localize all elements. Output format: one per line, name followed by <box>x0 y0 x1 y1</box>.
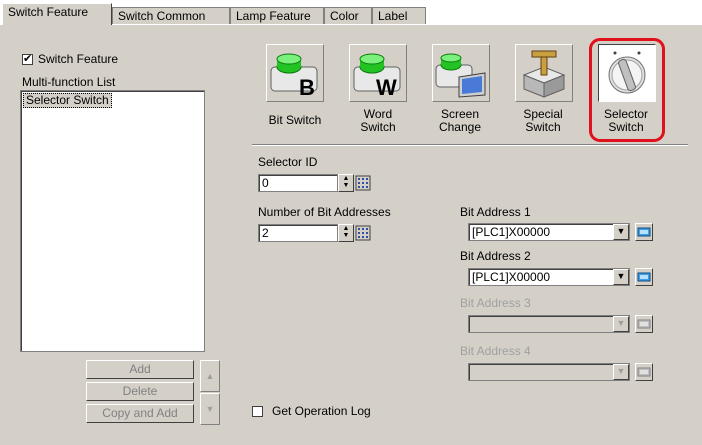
num-bit-keypad-button[interactable] <box>355 224 371 242</box>
chevron-down-icon: ▼ <box>613 364 629 380</box>
bit-address-4-label: Bit Address 4 <box>460 344 531 358</box>
triangle-up-icon: ▲ <box>205 371 215 381</box>
bit-address-2-label: Bit Address 2 <box>460 249 531 263</box>
get-operation-log-checkbox[interactable] <box>252 406 263 417</box>
word-switch-button[interactable]: W <box>349 44 407 102</box>
triangle-down-icon: ▼ <box>205 404 215 414</box>
bit-address-1-label: Bit Address 1 <box>460 205 531 219</box>
multi-function-list-label: Multi-function List <box>22 75 116 89</box>
selector-id-label: Selector ID <box>258 155 318 169</box>
keypad-icon <box>355 225 371 241</box>
bit-address-3-label: Bit Address 3 <box>460 296 531 310</box>
num-bit-addresses-input[interactable]: 2 <box>258 224 338 242</box>
move-up-button[interactable]: ▲ <box>200 360 220 392</box>
address-input-icon <box>637 272 651 282</box>
multi-function-list[interactable]: Selector Switch <box>20 90 205 352</box>
bit-switch-button[interactable]: B <box>266 44 324 102</box>
address-input-icon <box>637 319 651 329</box>
get-operation-log-label: Get Operation Log <box>272 404 371 418</box>
num-bit-addresses-spinner[interactable]: ▲ ▼ <box>338 224 354 242</box>
special-switch-label: Special Switch <box>523 107 563 134</box>
bit-address-3-input-button <box>635 315 653 333</box>
selector-id-spinner[interactable]: ▲ ▼ <box>338 174 354 192</box>
chevron-down-icon[interactable]: ▼ <box>613 224 629 240</box>
selector-id-keypad-button[interactable] <box>355 174 371 192</box>
bit-address-1-input-button[interactable] <box>635 223 653 241</box>
tab-lamp-feature[interactable]: Lamp Feature <box>230 7 324 24</box>
list-item[interactable]: Selector Switch <box>23 93 112 108</box>
screen-change-icon <box>435 53 486 98</box>
special-switch-button[interactable] <box>515 44 573 102</box>
chevron-down-icon[interactable]: ▼ <box>613 269 629 285</box>
address-input-icon <box>637 367 651 377</box>
spin-arrows-icon: ▲ ▼ <box>342 225 350 239</box>
selector-id-input[interactable]: 0 <box>258 174 338 192</box>
chevron-down-icon: ▼ <box>613 316 629 332</box>
tab-label[interactable]: Label <box>372 7 426 24</box>
bit-switch-label: Bit Switch <box>268 113 322 127</box>
screen-change-button[interactable] <box>432 44 490 102</box>
switch-feature-checkbox[interactable]: ✔ <box>22 54 33 65</box>
bit-address-1-combo[interactable]: [PLC1]X00000 ▼ <box>468 223 630 241</box>
switch-feature-label: Switch Feature <box>38 52 119 66</box>
bit-address-2-value: [PLC1]X00000 <box>472 270 551 284</box>
bit-address-2-combo[interactable]: [PLC1]X00000 ▼ <box>468 268 630 286</box>
num-bit-addresses-label: Number of Bit Addresses <box>258 205 391 219</box>
bit-letter: B <box>299 75 315 100</box>
tab-strip: Switch Feature Switch Common Lamp Featur… <box>0 0 702 25</box>
bit-address-4-combo: ▼ <box>468 363 630 381</box>
spin-arrows-icon: ▲ ▼ <box>342 175 350 189</box>
word-letter: W <box>376 75 397 100</box>
separator <box>252 144 688 146</box>
bit-address-2-input-button[interactable] <box>635 268 653 286</box>
screen-change-label: Screen Change <box>438 107 482 134</box>
keypad-icon <box>355 175 371 191</box>
bit-address-3-combo: ▼ <box>468 315 630 333</box>
bit-address-4-input-button <box>635 363 653 381</box>
tab-switch-feature[interactable]: Switch Feature <box>2 3 112 25</box>
selector-highlight-frame <box>589 38 665 142</box>
delete-button[interactable]: Delete <box>86 382 194 401</box>
bit-address-1-value: [PLC1]X00000 <box>472 225 551 239</box>
bit-switch-icon: B <box>270 53 318 100</box>
word-switch-label: Word Switch <box>360 107 396 134</box>
move-down-button[interactable]: ▼ <box>200 393 220 425</box>
tab-switch-common[interactable]: Switch Common <box>112 7 230 24</box>
special-switch-icon <box>522 50 566 98</box>
copy-and-add-button[interactable]: Copy and Add <box>86 404 194 423</box>
address-input-icon <box>637 227 651 237</box>
add-button[interactable]: Add <box>86 360 194 379</box>
word-switch-icon: W <box>353 53 401 100</box>
tab-color[interactable]: Color <box>324 7 372 24</box>
